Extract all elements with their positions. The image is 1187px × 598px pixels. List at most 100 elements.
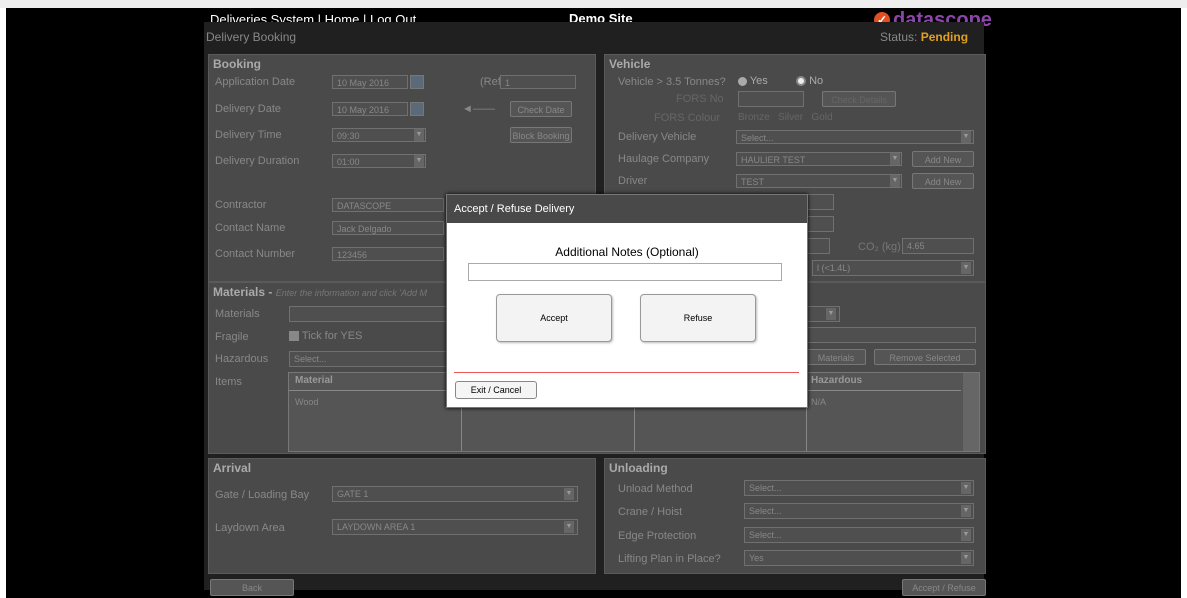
materials-heading: Materials - xyxy=(213,285,273,299)
driver-select[interactable]: TEST xyxy=(736,174,902,188)
crane-label: Crane / Hoist xyxy=(618,506,683,518)
fors-no-label: FORS No xyxy=(676,93,724,105)
delivery-date-label: Delivery Date xyxy=(215,103,282,115)
add-haulage-button[interactable]: Add New xyxy=(912,151,974,167)
tick-for-yes: Tick for YES xyxy=(301,330,363,342)
materials-title: Materials - Enter the information and cl… xyxy=(213,285,427,299)
chevron-down-icon: ▼ xyxy=(414,155,424,167)
column-material: Material xyxy=(295,375,333,386)
check-details-button[interactable]: Check Details xyxy=(822,91,896,107)
yes-label: Yes xyxy=(749,75,768,87)
status: Status: Pending xyxy=(880,30,968,44)
co2-label: CO₂ (kg) xyxy=(858,241,901,253)
fors-no-field[interactable] xyxy=(738,91,804,107)
dialog-divider xyxy=(454,372,799,373)
dialog-title: Accept / Refuse Delivery xyxy=(447,195,807,223)
page-title: Delivery Booking xyxy=(206,30,297,44)
arrival-title: Arrival xyxy=(213,461,252,475)
gold-option[interactable]: Gold xyxy=(811,112,832,123)
calendar-icon[interactable] xyxy=(410,75,424,89)
lifting-plan-label: Lifting Plan in Place? xyxy=(618,553,721,565)
ref-field: 1 xyxy=(500,75,576,89)
accept-refuse-dialog: Accept / Refuse Delivery Additional Note… xyxy=(446,194,808,408)
chevron-down-icon: ▼ xyxy=(961,552,971,564)
unload-method-select[interactable]: Select... xyxy=(744,480,974,496)
contact-number-field[interactable]: 123456 xyxy=(332,247,444,261)
materials-hint: Enter the information and click 'Add M xyxy=(275,288,427,298)
materials-notes-field[interactable] xyxy=(806,327,976,343)
exit-cancel-button[interactable]: Exit / Cancel xyxy=(455,381,537,399)
edge-protection-select[interactable]: Select... xyxy=(744,527,974,543)
remove-selected-button[interactable]: Remove Selected xyxy=(874,349,976,365)
add-materials-button[interactable]: Materials xyxy=(806,349,866,365)
chevron-down-icon: ▼ xyxy=(961,262,971,274)
delivery-vehicle-select[interactable]: Select... xyxy=(736,130,974,144)
notes-input[interactable] xyxy=(468,263,782,281)
radio-icon xyxy=(738,76,747,86)
chevron-down-icon: ▼ xyxy=(961,131,971,143)
fragile-checkbox[interactable]: Tick for YES xyxy=(289,330,362,342)
add-driver-button[interactable]: Add New xyxy=(912,173,974,189)
engine-size-select[interactable]: l (<1.4L) xyxy=(812,260,974,276)
gate-label: Gate / Loading Bay xyxy=(215,489,310,501)
status-label: Status: xyxy=(880,30,918,44)
contractor-field[interactable]: DATASCOPE xyxy=(332,198,444,212)
haulage-company-select[interactable]: HAULIER TEST xyxy=(736,152,902,166)
co2-field: 4.65 xyxy=(902,238,974,254)
chevron-down-icon: ▼ xyxy=(890,153,900,165)
contact-name-label: Contact Name xyxy=(215,222,286,234)
accept-refuse-button[interactable]: Accept / Refuse xyxy=(902,579,986,596)
driver-label: Driver xyxy=(618,175,648,187)
chevron-down-icon: ▼ xyxy=(961,482,971,494)
calendar-icon[interactable] xyxy=(410,102,424,116)
contact-number-label: Contact Number xyxy=(215,248,296,260)
crane-select[interactable]: Select... xyxy=(744,503,974,519)
haulage-company-label: Haulage Company xyxy=(618,153,710,165)
unloading-title: Unloading xyxy=(609,461,668,475)
no-label: No xyxy=(809,75,824,87)
materials-input[interactable] xyxy=(289,306,447,322)
back-button[interactable]: Back xyxy=(210,579,294,596)
arrival-panel: Arrival xyxy=(208,458,596,574)
laydown-label: Laydown Area xyxy=(215,522,285,534)
fragile-label: Fragile xyxy=(215,331,249,343)
fors-colour-label: FORS Colour xyxy=(654,112,721,124)
vehicle-yes-radio[interactable]: Yes xyxy=(738,75,768,87)
refuse-button[interactable]: Refuse xyxy=(640,294,756,342)
column-hazardous: Hazardous xyxy=(811,375,863,386)
delivery-date-field[interactable]: 10 May 2016 xyxy=(332,102,408,116)
application-date-field[interactable]: 10 May 2016 xyxy=(332,75,408,89)
items-label: Items xyxy=(215,376,242,388)
silver-option[interactable]: Silver xyxy=(778,112,803,123)
check-date-button[interactable]: Check Date xyxy=(510,101,572,117)
application-date-label: Application Date xyxy=(215,76,296,88)
block-booking-button[interactable]: Block Booking xyxy=(510,127,572,143)
chevron-down-icon: ▼ xyxy=(564,521,574,533)
table-row-material[interactable]: Wood xyxy=(295,397,318,407)
chevron-down-icon: ▼ xyxy=(961,529,971,541)
materials-label: Materials xyxy=(215,308,260,320)
page: Deliveries System | Home | Log Out Demo … xyxy=(0,0,1187,598)
delivery-vehicle-label: Delivery Vehicle xyxy=(618,131,697,143)
lifting-plan-select[interactable]: Yes xyxy=(744,550,974,566)
hazardous-select[interactable]: Select... xyxy=(289,351,447,367)
accept-button[interactable]: Accept xyxy=(496,294,612,342)
table-scrollbar[interactable] xyxy=(963,373,979,451)
edge-protection-label: Edge Protection xyxy=(618,530,697,542)
chevron-down-icon: ▼ xyxy=(961,505,971,517)
over-35-tonnes-label: Vehicle > 3.5 Tonnes? xyxy=(618,76,726,88)
table-row-hazardous[interactable]: N/A xyxy=(811,397,826,407)
gate-select[interactable]: GATE 1 xyxy=(332,486,578,502)
vehicle-no-radio[interactable]: No xyxy=(796,75,823,87)
laydown-select[interactable]: LAYDOWN AREA 1 xyxy=(332,519,578,535)
fors-colour-options[interactable]: Bronze Silver Gold xyxy=(738,112,833,123)
checkbox-icon xyxy=(289,331,299,342)
delivery-duration-label: Delivery Duration xyxy=(215,155,300,167)
arrow-left-icon: ◄—— xyxy=(462,103,495,115)
contact-name-field[interactable]: Jack Delgado xyxy=(332,221,444,235)
delivery-duration-select[interactable]: 01:00 xyxy=(332,154,426,168)
delivery-time-select[interactable]: 09:30 xyxy=(332,128,426,142)
bronze-option[interactable]: Bronze xyxy=(738,112,770,123)
browser-toolbar-strip xyxy=(0,0,1187,8)
chevron-down-icon: ▼ xyxy=(414,129,424,141)
